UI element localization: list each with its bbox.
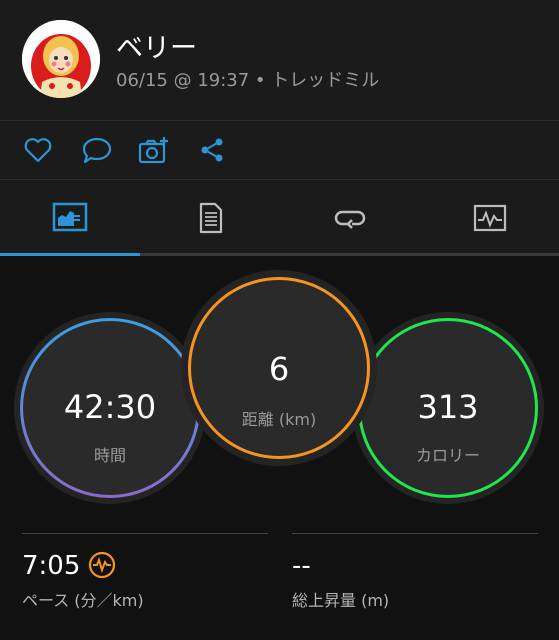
- comment-icon[interactable]: [81, 135, 113, 165]
- heart-icon[interactable]: [22, 135, 54, 165]
- pace-label: ペース (分／km): [22, 591, 144, 610]
- stat-divider-left: [22, 533, 268, 534]
- time-value: 42:30: [63, 388, 157, 426]
- ascent-value: --: [292, 551, 311, 581]
- distance-metric-circle: 6 距離 (km): [181, 270, 377, 466]
- repeat-icon: [334, 210, 365, 229]
- avatar-image: [22, 20, 100, 98]
- pace-graph-icon[interactable]: [88, 551, 116, 579]
- pace-value: 7:05: [22, 551, 81, 581]
- distance-label: 距離 (km): [241, 410, 317, 429]
- tab-overview[interactable]: [0, 180, 139, 256]
- activity-meta: 06/15 @ 19:37 • トレッドミル: [116, 70, 380, 91]
- activity-graph-icon: [473, 204, 506, 232]
- active-tab-indicator: [0, 253, 140, 256]
- tab-details[interactable]: [140, 180, 279, 256]
- calories-value: 313: [417, 388, 479, 426]
- tab-bar: [0, 180, 559, 256]
- chart-icon: [52, 202, 87, 232]
- ascent-label: 総上昇量 (m): [292, 591, 390, 610]
- camera-add-icon[interactable]: [138, 135, 170, 165]
- action-bar: [0, 121, 559, 180]
- user-name[interactable]: ベリー: [116, 26, 197, 65]
- time-label: 時間: [93, 446, 126, 465]
- tab-indicator-track: [0, 253, 559, 256]
- tab-laps[interactable]: [280, 180, 419, 256]
- document-icon: [199, 202, 222, 234]
- distance-value: 6: [268, 350, 290, 388]
- time-metric-circle: 42:30 時間: [14, 312, 206, 504]
- avatar[interactable]: [22, 20, 100, 98]
- calories-metric-circle: 313 カロリー: [352, 312, 544, 504]
- tab-charts[interactable]: [420, 180, 559, 256]
- stat-divider-right: [292, 533, 538, 534]
- calories-label: カロリー: [415, 446, 480, 465]
- activity-header: ベリー 06/15 @ 19:37 • トレッドミル: [0, 0, 559, 121]
- share-icon[interactable]: [196, 135, 228, 165]
